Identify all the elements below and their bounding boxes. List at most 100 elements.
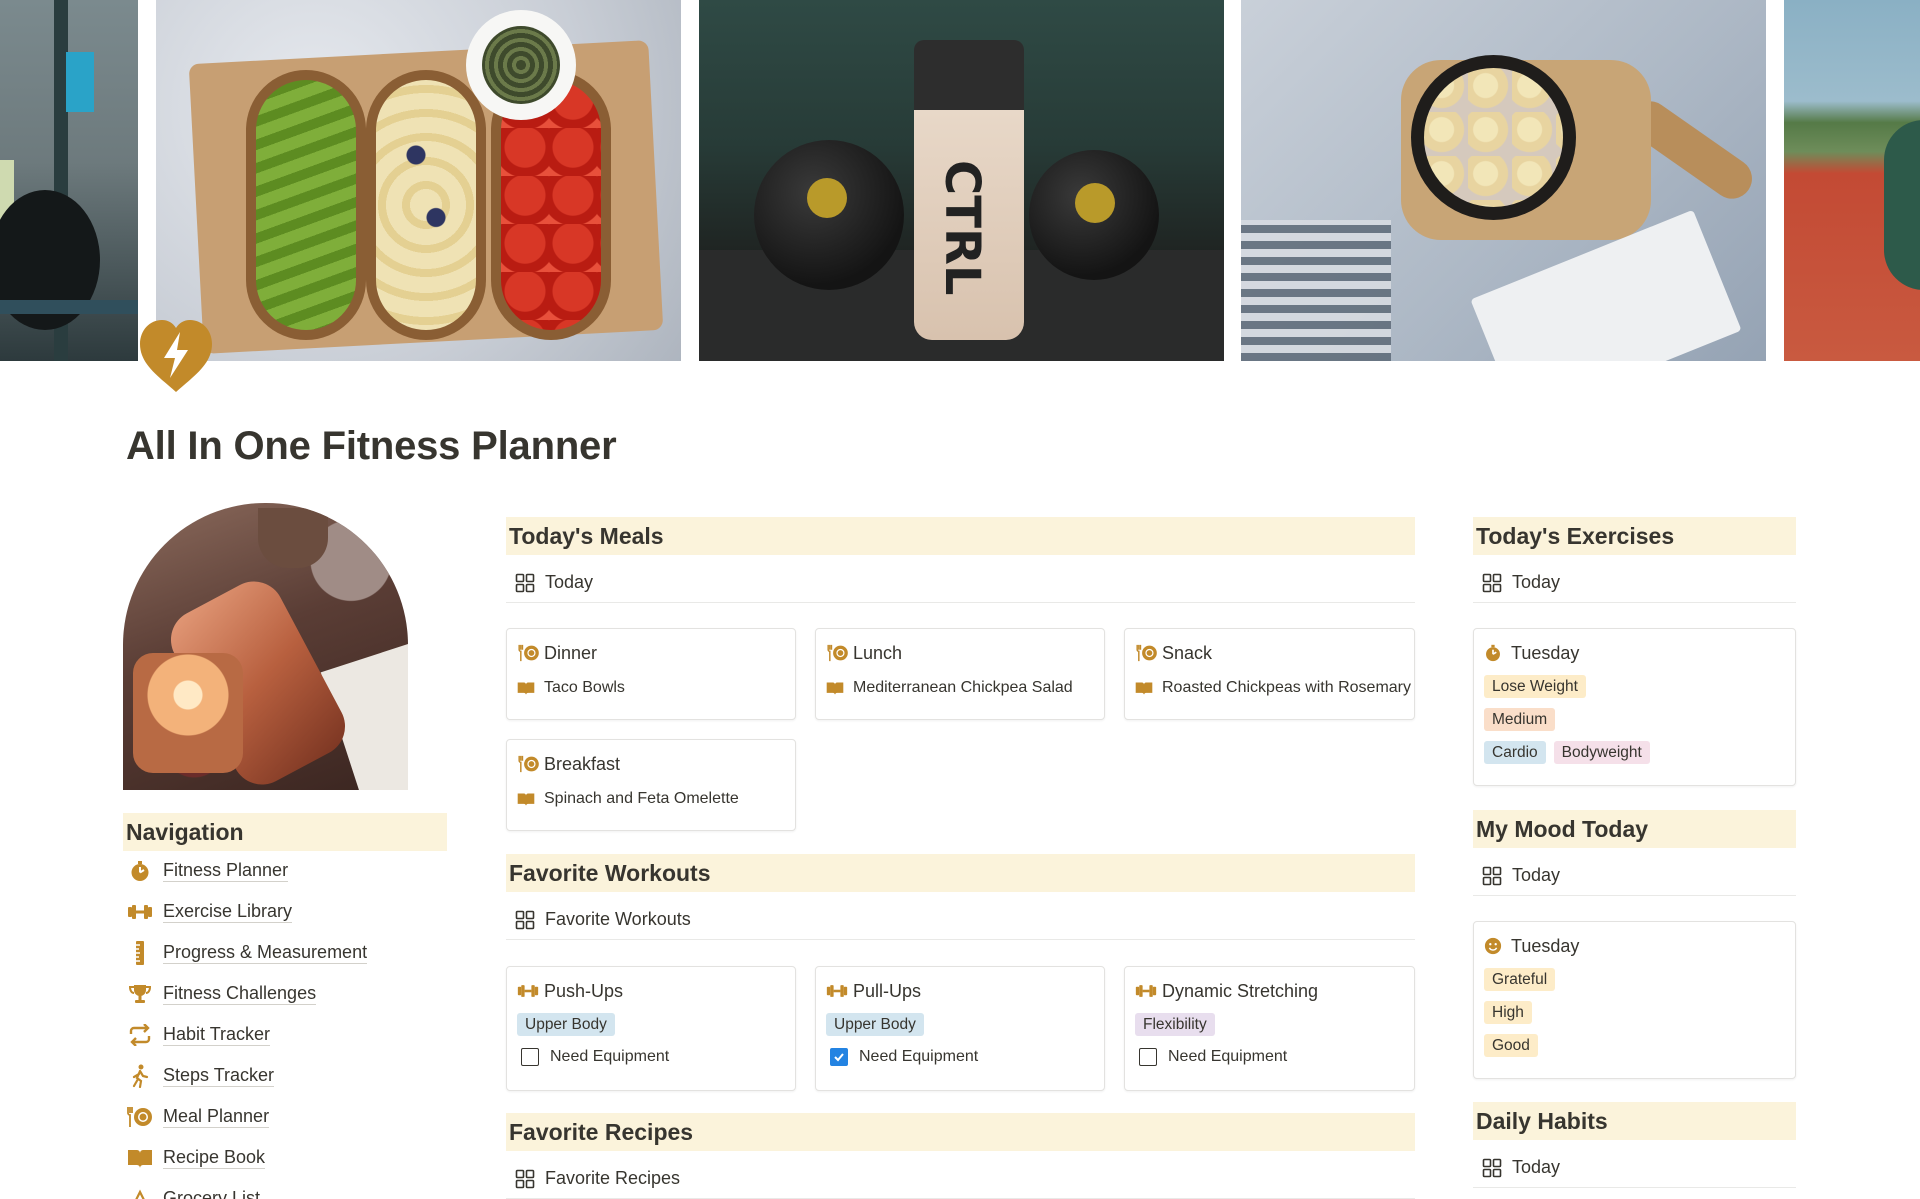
workout-card-dynamic-stretching[interactable]: Dynamic Stretching Flexibility Need Equi… xyxy=(1124,966,1415,1091)
nav-item-label: Progress & Measurement xyxy=(163,942,368,964)
need-equipment-checkbox[interactable] xyxy=(830,1047,848,1066)
workout-card-title: Dynamic Stretching xyxy=(1162,980,1319,1001)
meal-recipe-link[interactable]: Taco Bowls xyxy=(544,679,625,697)
daily-habits-header: Daily Habits xyxy=(1473,1102,1796,1140)
mood-card-tuesday[interactable]: Tuesday Grateful High Good xyxy=(1473,921,1796,1079)
repeat-icon xyxy=(126,1023,154,1047)
dumbbell-icon xyxy=(826,980,850,1002)
nav-item-label: Recipe Book xyxy=(163,1147,266,1169)
checkmark-icon xyxy=(834,1052,844,1061)
workout-card-push-ups[interactable]: Push-Ups Upper Body Need Equipment xyxy=(506,966,796,1091)
workout-tag: Upper Body xyxy=(517,1013,615,1036)
dumbbell-icon xyxy=(126,900,154,924)
gym-equipment-photo xyxy=(0,0,138,361)
book-icon xyxy=(1135,681,1159,695)
mood-view-tab[interactable]: Today xyxy=(1473,856,1796,896)
view-label: Favorite Recipes xyxy=(545,1168,681,1188)
meal-card-lunch[interactable]: Lunch Mediterranean Chickpea Salad xyxy=(815,628,1105,720)
view-label: Today xyxy=(1512,865,1561,885)
meal-card-snack[interactable]: Snack Roasted Chickpeas with Rosemary xyxy=(1124,628,1415,720)
dumbbell-icon xyxy=(1135,980,1159,1002)
habits-view-tab[interactable]: Today xyxy=(1473,1148,1796,1188)
meal-card-title: Snack xyxy=(1162,642,1213,663)
exercises-view-tab[interactable]: Today xyxy=(1473,563,1796,603)
nav-item-habit-tracker[interactable]: Habit Tracker xyxy=(126,1014,446,1055)
meal-recipe-link[interactable]: Mediterranean Chickpea Salad xyxy=(853,679,1073,697)
gallery-view-icon xyxy=(515,910,535,929)
need-equipment-checkbox[interactable] xyxy=(521,1047,539,1066)
book-icon xyxy=(517,792,541,806)
trophy-icon xyxy=(126,982,154,1006)
exercise-card-tuesday[interactable]: Tuesday Lose Weight Medium Cardio Bodywe… xyxy=(1473,628,1796,786)
exercise-card-title: Tuesday xyxy=(1511,642,1580,663)
view-label: Today xyxy=(545,572,594,592)
book-icon xyxy=(826,681,850,695)
need-equipment-checkbox[interactable] xyxy=(1139,1047,1157,1066)
nav-item-fitness-challenges[interactable]: Fitness Challenges xyxy=(126,973,446,1014)
view-label: Today xyxy=(1512,1157,1561,1177)
meals-view-tab[interactable]: Today xyxy=(506,563,1415,603)
avocado-banana-tomato-toasts-photo xyxy=(156,0,681,361)
nav-item-steps-tracker[interactable]: Steps Tracker xyxy=(126,1055,446,1096)
workout-tag: Upper Body xyxy=(826,1013,924,1036)
workout-card-pull-ups[interactable]: Pull-Ups Upper Body Need Equipment xyxy=(815,966,1105,1091)
nav-item-label: Steps Tracker xyxy=(163,1065,275,1087)
stopwatch-icon xyxy=(126,859,154,883)
plate-fork-icon xyxy=(517,753,541,775)
nav-item-label: Exercise Library xyxy=(163,901,293,923)
navigation-header: Navigation xyxy=(123,813,447,851)
workout-tag: Flexibility xyxy=(1135,1013,1215,1036)
checkbox-label: Need Equipment xyxy=(1168,1047,1288,1065)
view-label: Favorite Workouts xyxy=(545,909,691,929)
intensity-tag: Medium xyxy=(1484,708,1556,731)
gallery-view-icon xyxy=(515,573,535,592)
recipes-view-tab[interactable]: Favorite Recipes xyxy=(506,1159,1415,1199)
nav-item-label: Fitness Challenges xyxy=(163,983,317,1005)
todays-exercises-header: Today's Exercises xyxy=(1473,517,1796,555)
plate-fork-icon xyxy=(126,1105,154,1129)
nav-item-label: Fitness Planner xyxy=(163,860,289,882)
feeling-tag: Good xyxy=(1484,1034,1538,1057)
plate-fork-icon xyxy=(517,642,541,664)
meal-card-title: Dinner xyxy=(544,642,598,663)
gallery-view-icon xyxy=(1482,1158,1502,1177)
navigation-list: Fitness Planner Exercise Library Progres… xyxy=(126,850,446,1199)
heart-bolt-page-icon[interactable] xyxy=(136,318,216,398)
workout-card-title: Push-Ups xyxy=(544,980,624,1001)
page-title: All In One Fitness Planner xyxy=(126,424,617,468)
workouts-view-tab[interactable]: Favorite Workouts xyxy=(506,900,1415,940)
gallery-view-icon xyxy=(1482,573,1502,592)
running-track-photo xyxy=(1784,0,1920,361)
nav-item-meal-planner[interactable]: Meal Planner xyxy=(126,1096,446,1137)
mood-card-title: Tuesday xyxy=(1511,935,1580,956)
meal-card-dinner[interactable]: Dinner Taco Bowls xyxy=(506,628,796,720)
dumbbell-icon xyxy=(517,980,541,1002)
energy-tag: High xyxy=(1484,1001,1532,1024)
nav-item-grocery-list[interactable]: Grocery List xyxy=(126,1178,446,1199)
nav-item-exercise-library[interactable]: Exercise Library xyxy=(126,891,446,932)
exercise-type-tag: Cardio xyxy=(1484,741,1546,764)
my-mood-today-header: My Mood Today xyxy=(1473,810,1796,848)
meal-card-title: Breakfast xyxy=(544,753,621,774)
workout-card-title: Pull-Ups xyxy=(853,980,922,1001)
stopwatch-icon xyxy=(1484,642,1508,664)
nav-item-progress-measurement[interactable]: Progress & Measurement xyxy=(126,932,446,973)
nav-item-recipe-book[interactable]: Recipe Book xyxy=(126,1137,446,1178)
nav-item-label: Habit Tracker xyxy=(163,1024,271,1046)
gallery-view-icon xyxy=(515,1169,535,1188)
shaker-brand-text: CTRL xyxy=(934,160,990,296)
plate-fork-icon xyxy=(826,642,850,664)
plate-fork-icon xyxy=(1135,642,1159,664)
smiley-face-icon xyxy=(1484,935,1508,957)
meal-recipe-link[interactable]: Roasted Chickpeas with Rosemary xyxy=(1162,679,1411,697)
nav-item-fitness-planner[interactable]: Fitness Planner xyxy=(126,850,446,891)
checkbox-label: Need Equipment xyxy=(859,1047,979,1065)
meal-card-breakfast[interactable]: Breakfast Spinach and Feta Omelette xyxy=(506,739,796,831)
book-icon xyxy=(126,1146,154,1170)
view-label: Today xyxy=(1512,572,1561,592)
goal-tag: Lose Weight xyxy=(1484,675,1586,698)
gallery-view-icon xyxy=(1482,866,1502,885)
checkbox-label: Need Equipment xyxy=(550,1047,670,1065)
meal-recipe-link[interactable]: Spinach and Feta Omelette xyxy=(544,790,739,808)
favorite-workouts-header: Favorite Workouts xyxy=(506,854,1415,892)
